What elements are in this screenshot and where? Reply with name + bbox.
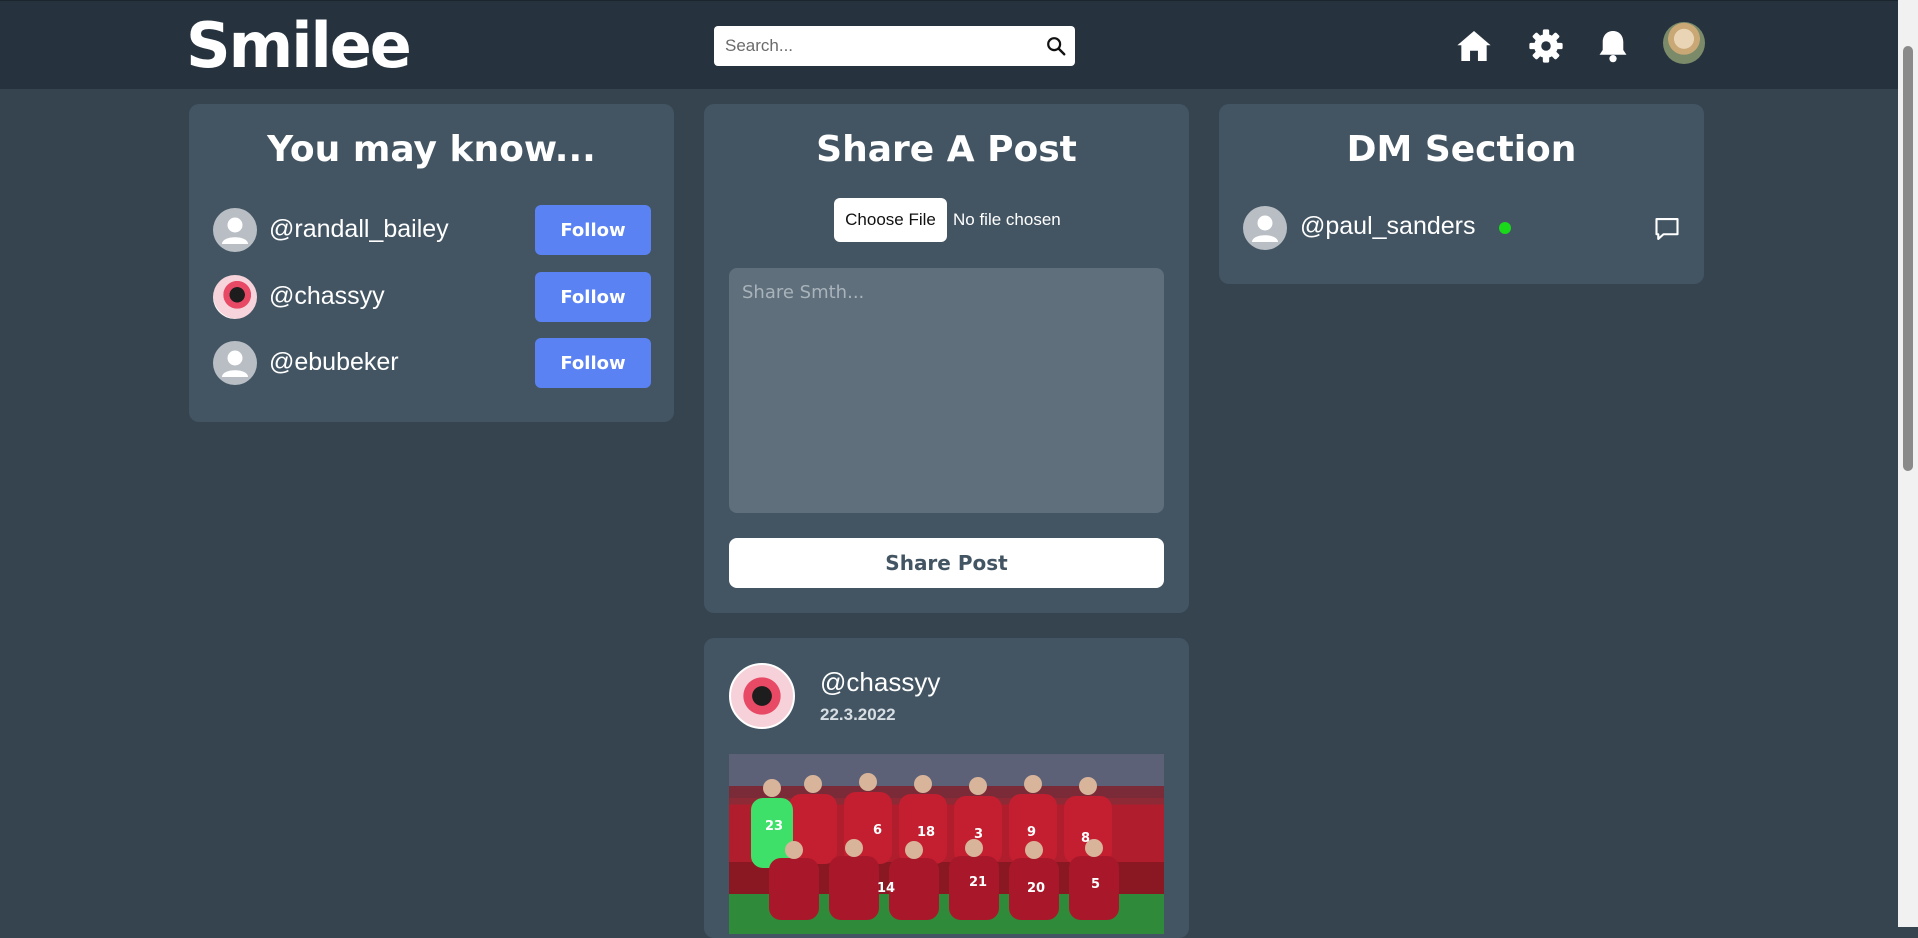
svg-text:18: 18 [917, 825, 935, 840]
share-post-card: Share A Post Choose File No file chosen … [704, 104, 1189, 613]
share-post-title: Share A Post [816, 129, 1077, 170]
online-status-indicator [1499, 222, 1511, 234]
suggestions-title: You may know... [267, 129, 596, 170]
profile-avatar[interactable] [1663, 22, 1705, 64]
avatar-placeholder [1243, 206, 1287, 250]
avatar [213, 275, 257, 319]
svg-text:21: 21 [969, 875, 987, 890]
post-card: @chassyy 22.3.2022 23 6 18 3 9 8 14 21 2… [704, 638, 1189, 938]
post-author-avatar[interactable] [729, 663, 795, 729]
home-icon[interactable] [1455, 27, 1493, 65]
dm-section-title: DM Section [1346, 129, 1577, 170]
svg-text:9: 9 [1027, 825, 1036, 840]
search-input[interactable] [714, 26, 1034, 66]
page-scrollbar[interactable] [1898, 0, 1918, 927]
user-icon [222, 217, 248, 244]
suggestion-username[interactable]: @chassyy [269, 282, 385, 311]
suggestion-row: @randall_bailey Follow [213, 205, 651, 255]
suggestion-row: @chassyy Follow [213, 272, 651, 322]
follow-button[interactable]: Follow [535, 205, 651, 255]
svg-text:20: 20 [1027, 881, 1045, 896]
search-icon[interactable] [1045, 35, 1067, 57]
chat-icon[interactable] [1653, 215, 1681, 243]
post-date: 22.3.2022 [820, 705, 896, 724]
follow-button[interactable]: Follow [535, 338, 651, 388]
suggestion-username[interactable]: @ebubeker [269, 348, 399, 377]
post-textarea[interactable] [729, 268, 1164, 513]
svg-text:14: 14 [877, 881, 895, 896]
dm-contact-row[interactable]: @paul_sanders [1243, 204, 1681, 254]
choose-file-button[interactable]: Choose File [834, 198, 947, 242]
post-author-username[interactable]: @chassyy [820, 667, 940, 698]
avatar-placeholder [213, 341, 257, 385]
top-navbar: Smilee [0, 0, 1898, 89]
bell-icon[interactable] [1594, 27, 1632, 65]
user-icon [1252, 215, 1278, 242]
user-icon [222, 350, 248, 377]
app-logo[interactable]: Smilee [186, 9, 412, 82]
suggestions-card: You may know... @randall_bailey Follow @… [189, 104, 674, 422]
svg-text:5: 5 [1091, 877, 1100, 892]
file-status-text: No file chosen [953, 210, 1061, 229]
svg-text:8: 8 [1081, 831, 1090, 846]
dm-section-card: DM Section @paul_sanders [1219, 104, 1704, 284]
svg-text:6: 6 [873, 823, 882, 838]
suggestion-row: @ebubeker Follow [213, 338, 651, 388]
gear-icon[interactable] [1527, 27, 1565, 65]
svg-text:23: 23 [765, 819, 783, 834]
dm-username[interactable]: @paul_sanders [1300, 212, 1476, 241]
post-image[interactable]: 23 6 18 3 9 8 14 21 20 5 [729, 754, 1164, 934]
follow-button[interactable]: Follow [535, 272, 651, 322]
avatar-placeholder [213, 208, 257, 252]
svg-text:3: 3 [974, 827, 983, 842]
team-photo: 23 6 18 3 9 8 14 21 20 5 [729, 754, 1164, 934]
share-post-button[interactable]: Share Post [729, 538, 1164, 588]
suggestion-username[interactable]: @randall_bailey [269, 215, 449, 244]
search-bar [714, 26, 1075, 66]
scrollbar-thumb[interactable] [1903, 46, 1913, 471]
